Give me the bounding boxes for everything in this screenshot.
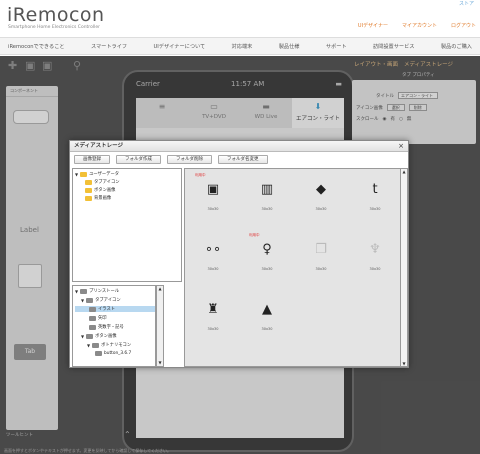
scroll-down-icon[interactable]: ▼ (401, 361, 407, 366)
image-cell[interactable]: 利用中 ▣ 30x30 (193, 173, 233, 219)
router-icon: ▥ (260, 182, 274, 197)
image-cell[interactable]: ◆ 30x30 (301, 173, 341, 219)
register-image-button[interactable]: 画像登録 (74, 155, 110, 164)
image-size-label: 30x30 (261, 327, 273, 331)
folder-icon (85, 195, 92, 201)
folder-icon (89, 324, 96, 330)
folder-icon (85, 187, 92, 193)
folder-icon (86, 333, 94, 339)
tree-item[interactable]: ▼ ボトナリモコン (87, 342, 131, 348)
folder-icon (92, 342, 100, 348)
folder-icon (85, 179, 92, 185)
close-icon[interactable]: × (398, 141, 404, 152)
dialog-toolbar: 画像登録 フォルダ作成 フォルダ削除 フォルダ名変更 (74, 155, 268, 164)
tree-item[interactable]: ▼ ユーザーデータ (75, 171, 119, 177)
nav-item[interactable]: iRemoconでできること (8, 43, 65, 50)
folder-icon (89, 315, 96, 321)
image-size-label: 30x30 (315, 207, 327, 211)
tree-item[interactable]: ▼ プリンストール (75, 288, 119, 294)
tree-item[interactable]: ▼ ボタン画像 (81, 333, 117, 339)
image-size-label: 30x30 (261, 207, 273, 211)
tree-scrollbar[interactable]: ▲ ▼ (156, 285, 164, 367)
image-cell[interactable]: ♜ 30x30 (193, 293, 233, 339)
image-cell[interactable]: t 30x30 (355, 173, 395, 219)
tree-item[interactable]: ボタン画像 (85, 187, 115, 193)
logo[interactable]: iRemocon (7, 4, 105, 26)
nav-item[interactable]: サポート (326, 43, 347, 50)
tree-item[interactable]: タブアイコン (85, 179, 120, 185)
copy-icon: ❐ (315, 242, 327, 257)
grid-scrollbar[interactable]: ▲ ▼ (400, 168, 408, 367)
media-storage-dialog: メディアストレージ × 画像登録 フォルダ作成 フォルダ削除 フォルダ名変更 ▼… (69, 140, 409, 368)
image-cell[interactable]: ∘∘ 30x30 (193, 233, 233, 279)
store-link[interactable]: ストア (459, 0, 474, 7)
nav-item[interactable]: 訪問設置サービス (373, 43, 415, 50)
in-use-badge: 利用中 (195, 173, 206, 177)
main-nav: iRemoconでできること スマートライフ UIデザイナーについて 対応端末 … (0, 37, 480, 55)
tree-item[interactable]: button_3.6.7 (95, 351, 131, 356)
image-size-label: 30x30 (261, 267, 273, 271)
image-size-label: 30x30 (207, 327, 219, 331)
nav-item[interactable]: スマートライフ (91, 43, 127, 50)
in-use-badge: 利用中 (249, 233, 260, 237)
scroll-down-icon[interactable]: ▼ (157, 360, 163, 366)
logout-link[interactable]: ログアウト (451, 22, 476, 29)
folder-icon (86, 297, 94, 303)
image-size-label: 30x30 (315, 267, 327, 271)
rename-folder-button[interactable]: フォルダ名変更 (218, 155, 268, 164)
twitter-icon: t (372, 182, 378, 197)
image-cell[interactable]: ♆ 30x30 (355, 233, 395, 279)
image-size-label: 30x30 (207, 267, 219, 271)
image-cell[interactable]: ▥ 30x30 (247, 173, 287, 219)
tree-item[interactable]: 背景画像 (85, 195, 111, 201)
folder-icon (80, 171, 88, 177)
image-cell[interactable]: ▲ 30x30 (247, 293, 287, 339)
tag-icon: ◆ (316, 182, 326, 197)
logo-tagline: Smartphone Home Electronics Controller (8, 25, 100, 30)
tree-item-selected[interactable]: イラスト (75, 306, 155, 312)
scroll-up-icon[interactable]: ▲ (401, 169, 407, 174)
ui-designer-link[interactable]: UIデザイナー (358, 22, 388, 29)
image-cell[interactable]: 利用中 ♀ 30x30 (247, 233, 287, 279)
image-cell[interactable]: ❐ 30x30 (301, 233, 341, 279)
image-size-label: 30x30 (369, 207, 381, 211)
nav-item[interactable]: 対応端末 (232, 43, 253, 50)
bulb-icon: ♀ (262, 242, 272, 257)
image-grid: 利用中 ▣ 30x30 ▥ 30x30 ◆ 30x30 t 30x30 ∘∘ 30x30 利用中 ♀ 30… (184, 168, 406, 367)
folder-icon (89, 306, 96, 312)
delete-folder-button[interactable]: フォルダ削除 (167, 155, 212, 164)
preinstalled-folder-tree: ▼ プリンストール ▼ タブアイコン イラスト 矢印 英数字・記号 ▼ ボタン画… (72, 285, 156, 367)
header-links: UIデザイナー マイアカウント ログアウト (358, 22, 476, 29)
tree-item[interactable]: 矢印 (89, 315, 107, 321)
site-header: iRemocon Smartphone Home Electronics Con… (0, 0, 480, 35)
nav-item[interactable]: 製品のご購入 (441, 43, 472, 50)
pendant-lamp-icon: ▲ (262, 302, 272, 317)
desk-lamp-icon: ♜ (207, 302, 219, 317)
nav-item[interactable]: 製品仕様 (279, 43, 300, 50)
image-size-label: 30x30 (207, 207, 219, 211)
folder-icon (80, 288, 88, 294)
folder-icon (95, 351, 102, 356)
dialog-title: メディアストレージ (70, 141, 408, 152)
lamp-icon: ♆ (369, 242, 381, 257)
image-size-label: 30x30 (369, 267, 381, 271)
tree-item[interactable]: 英数字・記号 (89, 324, 124, 330)
tree-item[interactable]: ▼ タブアイコン (81, 297, 121, 303)
create-folder-button[interactable]: フォルダ作成 (116, 155, 161, 164)
tv-icon: ▣ (206, 182, 220, 197)
oo-icon: ∘∘ (204, 242, 222, 257)
scroll-up-icon[interactable]: ▲ (157, 286, 163, 292)
nav-item[interactable]: UIデザイナーについて (153, 43, 205, 50)
my-account-link[interactable]: マイアカウント (402, 22, 437, 29)
user-folder-tree: ▼ ユーザーデータ タブアイコン ボタン画像 背景画像 (72, 168, 182, 282)
